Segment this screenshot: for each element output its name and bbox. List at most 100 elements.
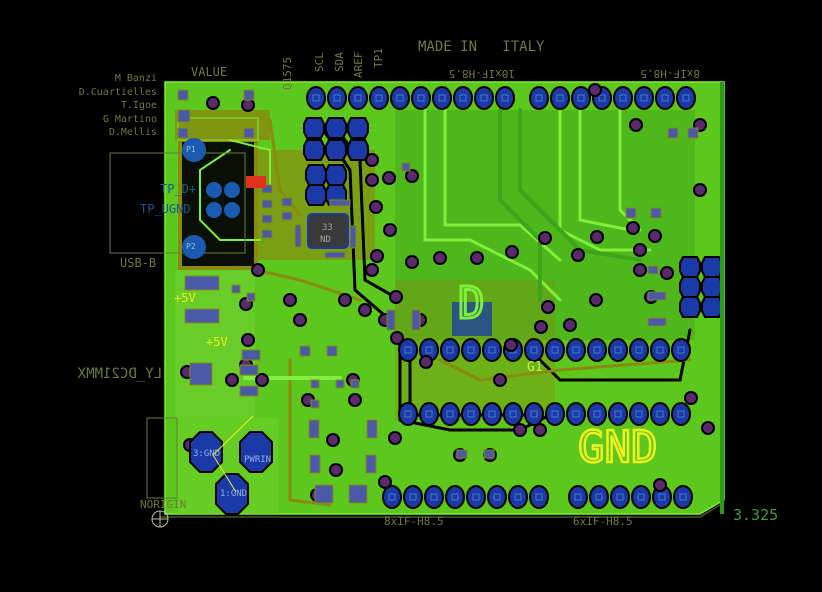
header-pin: [308, 88, 324, 108]
via: [435, 253, 445, 263]
via: [591, 295, 601, 305]
coordinate-readout: 3.325: [733, 506, 778, 524]
smd-pad: [401, 162, 411, 172]
usb-data-pad: [224, 202, 240, 218]
header-pin: [384, 487, 400, 507]
usb-data-pad: [206, 182, 222, 198]
smd-pad: [281, 197, 293, 207]
via: [328, 435, 338, 445]
via: [506, 340, 516, 350]
scl-label: SCL: [313, 52, 326, 72]
smd-pad: [261, 214, 273, 224]
via: [257, 375, 267, 385]
header-pin: [497, 88, 513, 108]
smd-pad: [246, 292, 256, 302]
header-top-left-label: 10xIF-H8.5: [449, 67, 515, 80]
dip-pin: [463, 404, 479, 424]
header-pin: [633, 487, 649, 507]
pwrin-label: PWRIN: [244, 455, 271, 465]
dip-pin: [484, 404, 500, 424]
smd-pad: [184, 275, 220, 291]
smd-pad: [386, 309, 396, 331]
dip-pin: [484, 340, 500, 360]
smd-pad: [667, 127, 679, 139]
header-pin: [531, 88, 547, 108]
smd-pad: [177, 127, 189, 139]
sda-label: SDA: [333, 52, 346, 72]
dip-pin: [442, 404, 458, 424]
header-pin: [455, 88, 471, 108]
via: [565, 320, 575, 330]
smd-pad: [239, 385, 259, 397]
header-pin: [636, 88, 652, 108]
header-pin: [468, 487, 484, 507]
via: [384, 173, 394, 183]
header-pin: [612, 487, 628, 507]
icsp-pin: [679, 296, 701, 318]
via: [380, 477, 390, 487]
header-pin: [413, 88, 429, 108]
smd-pad: [177, 109, 191, 123]
plus5v-label-b: +5V: [206, 335, 228, 349]
dip-pin: [610, 404, 626, 424]
usb-controller-ic[interactable]: 33 ND: [307, 213, 349, 249]
header-pin: [675, 487, 691, 507]
via: [590, 85, 600, 95]
header-pin: [371, 88, 387, 108]
via: [243, 100, 253, 110]
tp-d-label: TP_D+: [160, 182, 196, 196]
header-pin: [552, 88, 568, 108]
smd-pad: [326, 345, 338, 357]
via: [371, 202, 381, 212]
dip-pin: [652, 404, 668, 424]
icsp-pin: [305, 164, 327, 186]
pcb-layout-canvas[interactable]: 33 ND GND D G1 +5V +5V M Banzi D.Cuartie…: [0, 0, 822, 592]
header-pin: [657, 88, 673, 108]
header-pin: [434, 88, 450, 108]
via: [390, 433, 400, 443]
dip-pin: [631, 404, 647, 424]
via: [331, 465, 341, 475]
icsp-pin: [701, 276, 723, 298]
pwrin-pad[interactable]: [239, 431, 273, 473]
dip-pin: [463, 340, 479, 360]
via: [695, 185, 705, 195]
smd-pad: [309, 454, 321, 474]
usb-data-pad: [224, 182, 240, 198]
board-right-edge: [720, 82, 724, 514]
header-pin: [329, 88, 345, 108]
header-pin: [615, 88, 631, 108]
credit-line: M Banzi: [115, 73, 157, 84]
part-575-label: Q1575: [281, 57, 294, 90]
via: [535, 425, 545, 435]
smd-pad: [299, 345, 311, 357]
tp1-label: TP1: [372, 48, 385, 68]
smd-pad: [647, 265, 659, 275]
smd-pad: [231, 284, 241, 294]
tp-ugnd-label: TP_UGND: [140, 202, 191, 216]
dip-pin: [547, 340, 563, 360]
dip-pin: [547, 404, 563, 424]
via: [372, 251, 382, 261]
via: [208, 98, 218, 108]
keepout-marker: [246, 176, 266, 188]
smd-pad: [349, 225, 357, 249]
header-pin: [678, 88, 694, 108]
header-pin: [392, 88, 408, 108]
origin-marker-icon: [151, 510, 169, 528]
header-pin: [570, 487, 586, 507]
header-pin: [489, 487, 505, 507]
plus5v-label-a: +5V: [174, 291, 196, 305]
smd-pad: [366, 419, 378, 439]
smd-pad: [184, 308, 220, 324]
dip-pin: [505, 404, 521, 424]
icsp-pin: [325, 164, 347, 186]
header-bottom-right-label: 6xIF-H8.5: [573, 515, 633, 528]
credit-line: T.Igoe: [121, 100, 157, 111]
smd-pad: [687, 127, 699, 139]
via: [635, 265, 645, 275]
via: [243, 335, 253, 345]
usb-p1-label: P1: [186, 145, 196, 154]
smd-pad: [310, 379, 320, 389]
via: [407, 257, 417, 267]
